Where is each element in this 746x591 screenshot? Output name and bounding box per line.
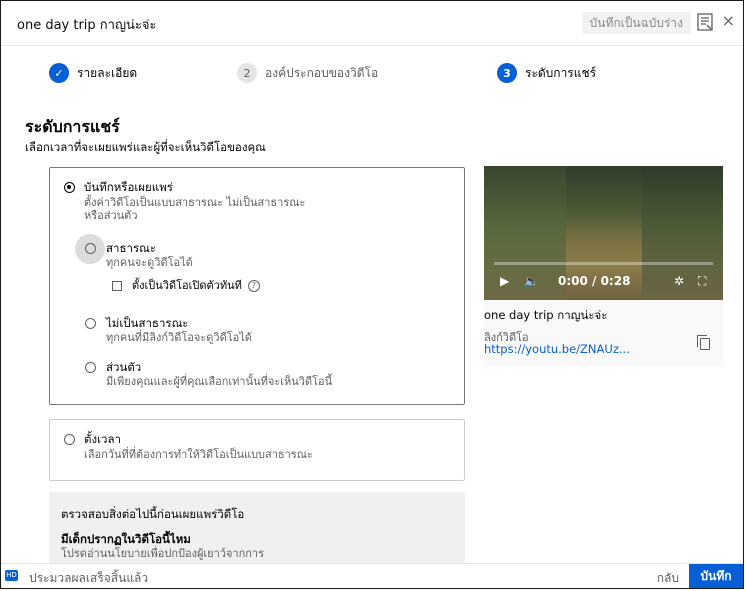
video-info-title: one day trip กาญน่ะจ่ะ [484,308,608,322]
schedule-title: ตั้งเวลา [84,432,121,446]
feedback-icon[interactable] [697,13,713,31]
checklist-panel: ตรวจสอบสิ่งต่อไปนี้ก่อนเผยแพร่วิดีโอ มีเ… [49,492,465,572]
progress-bar[interactable] [494,262,713,265]
check-icon: ✓ [49,63,69,83]
back-button[interactable]: กลับ [657,569,679,588]
save-publish-radio[interactable] [64,182,75,193]
dialog-header: one day trip กาญน่ะจ่ะ บันทึกเป็นฉบับร่า… [1,1,743,46]
save-button[interactable]: บันทึก [689,564,743,588]
save-publish-desc: หรือส่วนตัว [84,209,138,222]
video-link[interactable]: https://youtu.be/ZNAUz... [484,342,630,356]
step-label: ระดับการแชร์ [525,65,597,80]
step-visibility[interactable]: 3 ระดับการแชร์ [497,63,596,83]
processing-status: ประมวลผลเสร็จสิ้นแล้ว [29,571,149,585]
step-number: 2 [237,63,257,83]
fullscreen-icon[interactable]: ⛶ [698,274,706,289]
premiere-checkbox[interactable] [112,281,122,291]
step-details[interactable]: ✓ รายละเอียด [49,63,137,83]
save-publish-title: บันทึกหรือเผยแพร่ [84,180,173,194]
page-subtitle: เลือกเวลาที่จะเผยแพร่และผู้ที่จะเห็นวิดี… [25,140,266,154]
dialog-footer: HD ประมวลผลเสร็จสิ้นแล้ว กลับ บันทึก [1,563,743,588]
public-radio[interactable] [85,243,96,254]
stepper: ✓ รายละเอียด 2 องค์ประกอบของวิดีโอ 3 ระด… [1,45,743,101]
schedule-desc: เลือกวันที่ที่ต้องการทำให้วิดีโอเป็นแบบส… [84,448,313,461]
public-desc: ทุกคนจะดูวิดีโอได้ [106,256,193,269]
private-desc: มีเพียงคุณและผู้ที่คุณเลือกเท่านั้นที่จะ… [106,375,333,388]
time-display: 0:00 / 0:28 [558,274,631,288]
video-player[interactable]: ▶ 🔈 0:00 / 0:28 ✲ ⛶ [484,166,723,300]
unlisted-desc: ทุกคนที่มีลิงก์วิดีโอจะดูวิดีโอได้ [106,331,252,344]
private-radio[interactable] [85,362,96,373]
page-title: ระดับการแชร์ [25,117,120,136]
schedule-card: ตั้งเวลา เลือกวันที่ที่ต้องการทำให้วิดีโ… [49,419,465,481]
video-title: one day trip กาญน่ะจ่ะ [17,18,157,33]
step-label: องค์ประกอบของวิดีโอ [265,65,379,80]
step-video-elements[interactable]: 2 องค์ประกอบของวิดีโอ [237,63,378,83]
unlisted-radio[interactable] [85,318,96,329]
schedule-radio[interactable] [64,434,75,445]
settings-icon[interactable]: ✲ [674,274,684,288]
checklist-title: ตรวจสอบสิ่งต่อไปนี้ก่อนเผยแพร่วิดีโอ [61,507,245,521]
volume-icon[interactable]: 🔈 [524,274,539,288]
save-draft-button[interactable]: บันทึกเป็นฉบับร่าง [581,12,691,34]
copy-icon[interactable] [697,335,710,350]
premiere-label: ตั้งเป็นวิดีโอเปิดตัวทันที [132,279,242,292]
upload-dialog: one day trip กาญน่ะจ่ะ บันทึกเป็นฉบับร่า… [0,0,744,589]
play-icon[interactable]: ▶ [500,274,509,288]
hd-status-icon: HD [5,570,18,581]
checklist-desc: โปรดอ่านนโยบายเพื่อปกป้องผู้เยาว์จากการ [61,547,264,560]
help-icon[interactable]: ? [247,280,260,292]
close-icon[interactable]: × [722,11,735,30]
premiere-row: ตั้งเป็นวิดีโอเปิดตัวทันที? [132,279,260,292]
step-number: 3 [497,63,517,83]
step-label: รายละเอียด [77,65,138,80]
save-publish-desc: ตั้งค่าวิดีโอเป็นแบบสาธารณะ ไม่เป็นสาธาร… [84,196,306,209]
save-publish-card: บันทึกหรือเผยแพร่ ตั้งค่าวิดีโอเป็นแบบสา… [49,167,465,405]
